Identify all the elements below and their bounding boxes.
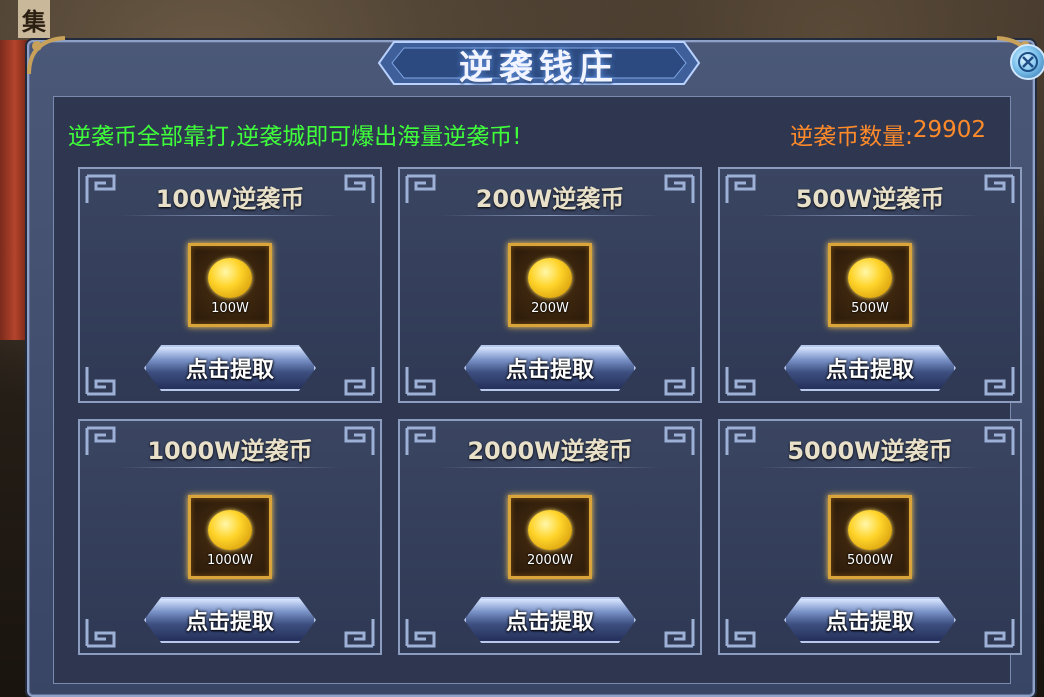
fret-ornament-icon	[725, 367, 756, 396]
item-icon-slot[interactable]: 1000W	[188, 495, 272, 579]
gold-coin-icon	[528, 510, 572, 550]
fret-ornament-icon	[344, 619, 375, 648]
item-title: 200W逆袭币	[475, 185, 625, 213]
background-sign: 集	[18, 0, 50, 38]
gold-coin-icon	[208, 510, 252, 550]
claim-button-label: 点击提取	[185, 610, 274, 635]
corner-ornament-icon	[27, 36, 66, 75]
title-divider	[120, 467, 340, 468]
item-card-200w: 200W逆袭币 200W 点击提取	[398, 167, 702, 403]
fret-ornament-icon	[85, 367, 116, 396]
claim-button[interactable]: 点击提取	[464, 597, 636, 643]
coin-count-label: 逆袭币数量:	[790, 124, 913, 150]
coin-amount-label: 1000W	[207, 553, 253, 568]
claim-button-label: 点击提取	[505, 358, 594, 383]
title-divider	[760, 215, 980, 216]
coin-count-value: 29902	[912, 117, 986, 143]
claim-button[interactable]: 点击提取	[144, 597, 316, 643]
title-divider	[440, 215, 660, 216]
item-card-100w: 100W逆袭币 100W 点击提取	[78, 167, 382, 403]
gold-coin-icon	[848, 510, 892, 550]
bank-dialog: 逆袭钱庄 逆袭币全部靠打,逆袭城即可爆出海量逆袭币! 逆袭币数量: 29902 …	[27, 36, 1035, 697]
claim-button[interactable]: 点击提取	[144, 345, 316, 391]
item-icon-slot[interactable]: 100W	[188, 243, 272, 327]
coin-amount-label: 200W	[531, 301, 569, 316]
fret-ornament-icon	[405, 367, 436, 396]
title-divider	[120, 215, 340, 216]
claim-button-label: 点击提取	[825, 358, 914, 383]
gold-coin-icon	[848, 258, 892, 298]
coin-count: 逆袭币数量: 29902	[790, 117, 986, 151]
claim-button[interactable]: 点击提取	[464, 345, 636, 391]
item-card-500w: 500W逆袭币 500W 点击提取	[718, 167, 1022, 403]
item-icon-slot[interactable]: 500W	[828, 243, 912, 327]
coin-amount-label: 500W	[851, 301, 889, 316]
item-icon-slot[interactable]: 2000W	[508, 495, 592, 579]
item-title: 500W逆袭币	[795, 185, 945, 213]
dialog-title: 逆袭钱庄	[459, 48, 619, 88]
item-title: 1000W逆袭币	[147, 437, 313, 465]
notice-text: 逆袭币全部靠打,逆袭城即可爆出海量逆袭币!	[68, 124, 522, 150]
gold-coin-icon	[208, 258, 252, 298]
fret-ornament-icon	[984, 619, 1015, 648]
background-pillar	[0, 40, 30, 340]
claim-button-label: 点击提取	[185, 358, 274, 383]
dialog-content: 逆袭币全部靠打,逆袭城即可爆出海量逆袭币! 逆袭币数量: 29902 100W逆…	[53, 96, 1022, 684]
item-icon-slot[interactable]: 200W	[508, 243, 592, 327]
fret-ornament-icon	[725, 619, 756, 648]
item-title: 2000W逆袭币	[467, 437, 633, 465]
fret-ornament-icon	[984, 367, 1015, 396]
fret-ornament-icon	[85, 619, 116, 648]
fret-ornament-icon	[405, 619, 436, 648]
title-divider	[760, 467, 980, 468]
fret-ornament-icon	[344, 367, 375, 396]
coin-amount-label: 5000W	[847, 553, 893, 568]
coin-amount-label: 100W	[211, 301, 249, 316]
claim-button[interactable]: 点击提取	[784, 345, 956, 391]
item-card-2000w: 2000W逆袭币 2000W 点击提取	[398, 419, 702, 655]
title-plaque: 逆袭钱庄	[374, 32, 704, 94]
item-card-1000w: 1000W逆袭币 1000W 点击提取	[78, 419, 382, 655]
close-icon	[1018, 52, 1038, 72]
claim-button[interactable]: 点击提取	[784, 597, 956, 643]
claim-button-label: 点击提取	[505, 610, 594, 635]
item-icon-slot[interactable]: 5000W	[828, 495, 912, 579]
fret-ornament-icon	[664, 367, 695, 396]
close-button[interactable]	[1010, 44, 1044, 80]
fret-ornament-icon	[664, 619, 695, 648]
item-card-5000w: 5000W逆袭币 5000W 点击提取	[718, 419, 1022, 655]
item-title: 100W逆袭币	[155, 185, 305, 213]
gold-coin-icon	[528, 258, 572, 298]
title-divider	[440, 467, 660, 468]
claim-button-label: 点击提取	[825, 610, 914, 635]
coin-amount-label: 2000W	[527, 553, 573, 568]
item-title: 5000W逆袭币	[787, 437, 953, 465]
